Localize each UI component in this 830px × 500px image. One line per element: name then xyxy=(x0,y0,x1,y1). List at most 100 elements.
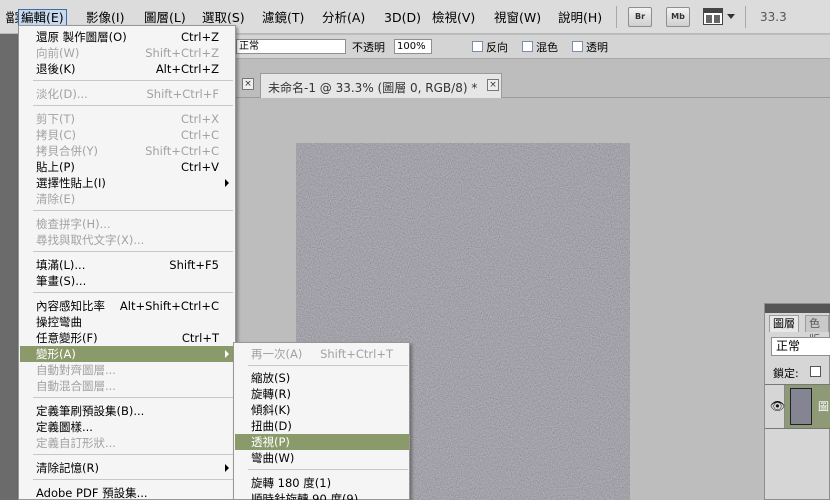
menu-item-content-aware-scale[interactable]: 內容感知比率 Alt+Shift+Ctrl+C xyxy=(20,298,235,314)
menu-item-step-forward[interactable]: 向前(W) Shift+Ctrl+Z xyxy=(20,45,235,61)
document-tab[interactable]: 未命名-1 @ 33.3% (圖層 0, RGB/8) * × xyxy=(260,73,502,98)
reverse-checkbox[interactable] xyxy=(472,41,483,52)
menu-help[interactable]: 說明(H) xyxy=(556,9,604,26)
menu-separator xyxy=(33,479,233,480)
menu-item-label: 變形(A) xyxy=(36,347,76,361)
menu-item-label: 定義自訂形狀... xyxy=(36,436,116,450)
menu-item-copy[interactable]: 拷貝(C) Ctrl+C xyxy=(20,127,235,143)
menu-item-check-spelling[interactable]: 檢查拼字(H)... xyxy=(20,216,235,232)
opacity-input[interactable]: 100% xyxy=(394,39,432,54)
bridge-button[interactable]: Br xyxy=(628,7,652,27)
menu-item-find-replace[interactable]: 尋找與取代文字(X)... xyxy=(20,232,235,248)
tab-layers[interactable]: 圖層 xyxy=(769,315,799,332)
menu-item-label: 操控彎曲 xyxy=(36,315,82,329)
menu-item-label: 自動混合圖層... xyxy=(36,379,116,393)
zoom-level[interactable]: 33.3 xyxy=(760,10,787,24)
menu-item-pdf-presets[interactable]: Adobe PDF 預設集... xyxy=(20,485,235,500)
menu-item-label: 定義筆刷預設集(B)... xyxy=(36,404,145,418)
menu-item-define-shape[interactable]: 定義自訂形狀... xyxy=(20,435,235,451)
menu-item-skew[interactable]: 傾斜(K) xyxy=(235,402,409,418)
menu-item-label: 透視(P) xyxy=(251,435,290,449)
menu-item-undo[interactable]: 還原 製作圖層(O) Ctrl+Z xyxy=(20,29,235,45)
eye-icon: 👁 xyxy=(770,399,786,413)
menu-item-puppet-warp[interactable]: 操控彎曲 xyxy=(20,314,235,330)
menu-item-label: 順時針旋轉 90 度(9) xyxy=(251,492,359,500)
menu-item-distort[interactable]: 扭曲(D) xyxy=(235,418,409,434)
menu-item-purge[interactable]: 清除記憶(R) xyxy=(20,460,235,476)
menu-separator xyxy=(33,210,233,211)
menu-item-label: 縮放(S) xyxy=(251,371,291,385)
blend-mode-select[interactable]: 正常 xyxy=(771,337,830,356)
menu-item-scale[interactable]: 縮放(S) xyxy=(235,370,409,386)
lock-transparent-icon[interactable] xyxy=(810,366,821,377)
menu-item-auto-align[interactable]: 自動對齊圖層... xyxy=(20,362,235,378)
menu-item-clear[interactable]: 清除(E) xyxy=(20,191,235,207)
panel-header xyxy=(765,304,830,313)
menu-item-auto-blend[interactable]: 自動混合圖層... xyxy=(20,378,235,394)
mini-bridge-button[interactable]: Mb xyxy=(666,7,690,27)
menu-item-label: 選擇性貼上(I) xyxy=(36,176,106,190)
menu-item-shortcut: Ctrl+X xyxy=(181,112,219,126)
menu-item-step-back[interactable]: 退後(K) Alt+Ctrl+Z xyxy=(20,61,235,77)
menu-layer[interactable]: 圖層(L) xyxy=(142,9,188,26)
menu-item-shortcut: Shift+Ctrl+C xyxy=(145,144,219,158)
menu-item-shortcut: Alt+Shift+Ctrl+C xyxy=(119,299,219,313)
menu-image[interactable]: 影像(I) xyxy=(84,9,126,26)
menu-edit[interactable]: 編輯(E) xyxy=(18,9,67,26)
menu-item-copy-merged[interactable]: 拷貝合併(Y) Shift+Ctrl+C xyxy=(20,143,235,159)
menu-item-shortcut: Alt+Ctrl+Z xyxy=(155,62,219,76)
menu-item-label: 傾斜(K) xyxy=(251,403,291,417)
menu-item-define-pattern[interactable]: 定義圖樣... xyxy=(20,419,235,435)
layer-thumbnail xyxy=(790,388,812,425)
menu-item-rotate-90-cw[interactable]: 順時針旋轉 90 度(9) xyxy=(235,491,409,500)
menu-item-label: 定義圖樣... xyxy=(36,420,93,434)
menu-item-fade[interactable]: 淡化(D)... Shift+Ctrl+F xyxy=(20,86,235,102)
menu-item-shortcut: Ctrl+Z xyxy=(181,30,219,44)
mode-select[interactable]: 正常 xyxy=(236,39,346,54)
menu-analysis[interactable]: 分析(A) xyxy=(320,9,367,26)
visibility-toggle[interactable]: 👁 xyxy=(765,385,785,428)
chevron-down-icon[interactable] xyxy=(727,14,735,19)
menu-item-label: 清除記憶(R) xyxy=(36,461,99,475)
menu-item-rotate-180[interactable]: 旋轉 180 度(1) xyxy=(235,475,409,491)
menu-item-label: 筆畫(S)... xyxy=(36,274,87,288)
menu-item-label: 拷貝(C) xyxy=(36,128,77,142)
menu-item-transform[interactable]: 變形(A) xyxy=(20,346,235,362)
menu-filter[interactable]: 濾鏡(T) xyxy=(260,9,306,26)
transparency-checkbox[interactable] xyxy=(572,41,583,52)
menu-item-shortcut: Shift+Ctrl+F xyxy=(146,87,220,101)
menu-item-label: 檢查拼字(H)... xyxy=(36,217,111,231)
tab-channels[interactable]: 色版 xyxy=(805,315,829,346)
menu-item-again[interactable]: 再一次(A) Shift+Ctrl+T xyxy=(235,346,409,362)
menu-item-label: 淡化(D)... xyxy=(36,87,88,101)
menu-item-rotate[interactable]: 旋轉(R) xyxy=(235,386,409,402)
menu-window[interactable]: 視窗(W) xyxy=(492,9,543,26)
menu-separator xyxy=(33,105,233,106)
menu-item-paste-special[interactable]: 選擇性貼上(I) xyxy=(20,175,235,191)
menu-item-stroke[interactable]: 筆畫(S)... xyxy=(20,273,235,289)
menu-view[interactable]: 檢視(V) xyxy=(430,9,477,26)
menu-item-label: Adobe PDF 預設集... xyxy=(36,486,148,500)
menu-item-cut[interactable]: 剪下(T) Ctrl+X xyxy=(20,111,235,127)
arrange-documents-icon[interactable] xyxy=(703,8,723,25)
menu-item-shortcut: Shift+F5 xyxy=(169,258,219,272)
menu-item-warp[interactable]: 彎曲(W) xyxy=(235,450,409,466)
menu-item-free-transform[interactable]: 任意變形(F) Ctrl+T xyxy=(20,330,235,346)
close-icon[interactable]: × xyxy=(242,78,254,90)
menu-item-label: 剪下(T) xyxy=(36,112,75,126)
menu-separator xyxy=(33,397,233,398)
menu-item-define-brush[interactable]: 定義筆刷預設集(B)... xyxy=(20,403,235,419)
document-tab-title: 未命名-1 @ 33.3% (圖層 0, RGB/8) * xyxy=(268,81,478,95)
menu-item-perspective[interactable]: 透視(P) xyxy=(235,434,409,450)
dither-checkbox[interactable] xyxy=(522,41,533,52)
menu-item-fill[interactable]: 填滿(L)... Shift+F5 xyxy=(20,257,235,273)
edit-menu: 還原 製作圖層(O) Ctrl+Z 向前(W) Shift+Ctrl+Z 退後(K)… xyxy=(18,25,236,500)
close-tab-icon[interactable]: × xyxy=(487,79,499,91)
opacity-label: 不透明 xyxy=(352,41,385,54)
menu-3d[interactable]: 3D(D) xyxy=(382,9,423,26)
menu-item-paste[interactable]: 貼上(P) Ctrl+V xyxy=(20,159,235,175)
layer-row[interactable]: 👁 圖 xyxy=(765,384,830,429)
menu-select[interactable]: 選取(S) xyxy=(200,9,247,26)
menu-item-label: 填滿(L)... xyxy=(36,258,86,272)
menu-separator xyxy=(33,251,233,252)
